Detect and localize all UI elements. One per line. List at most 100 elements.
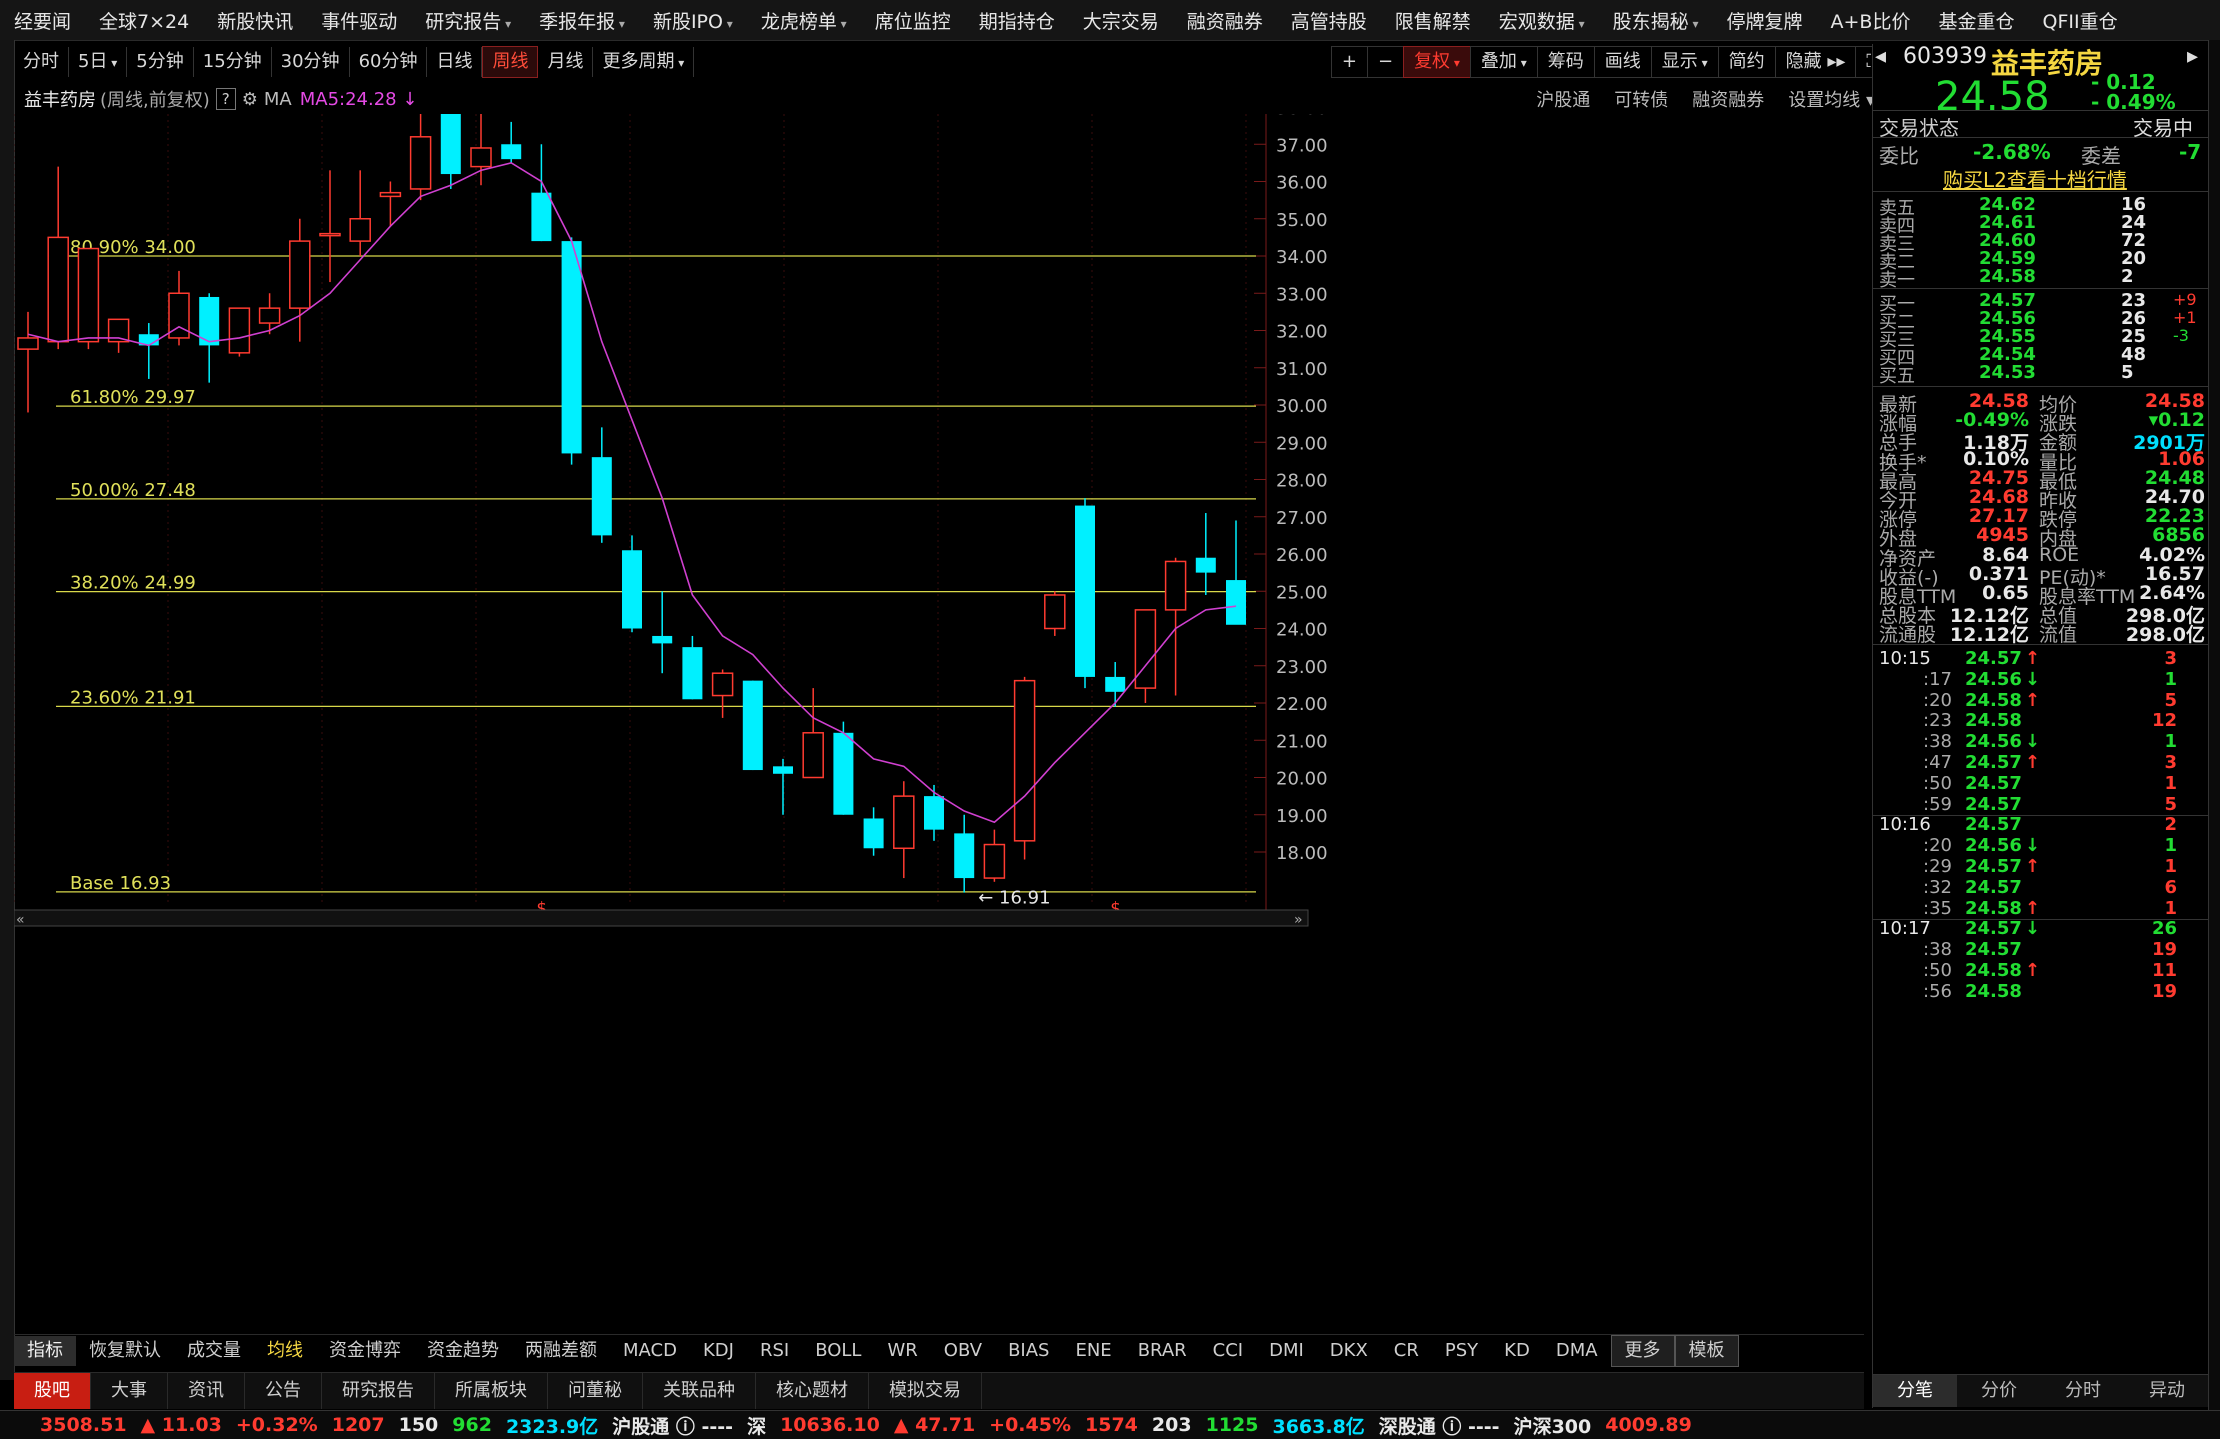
candle-body[interactable] [711, 672, 734, 697]
scroll-left-icon[interactable]: « [16, 912, 25, 928]
indicator-tab[interactable]: KD [1491, 1336, 1543, 1366]
candle-body[interactable] [773, 766, 793, 774]
candle-body[interactable] [258, 307, 281, 324]
indicator-tab[interactable]: RSI [747, 1336, 802, 1366]
help-icon[interactable]: ? [215, 88, 236, 110]
menu-item[interactable]: 事件驱动 [307, 7, 411, 34]
period-tab[interactable]: 5日 [69, 47, 128, 77]
indicator-tab[interactable]: DMI [1256, 1336, 1317, 1366]
indicator-tab[interactable]: ENE [1062, 1336, 1124, 1366]
tool-button[interactable]: − [1366, 46, 1405, 78]
candle-body[interactable] [531, 192, 552, 242]
candle-body[interactable] [47, 236, 69, 343]
menu-item[interactable]: 宏观数据 [1485, 7, 1599, 34]
menu-item[interactable]: 经要闻 [0, 7, 85, 34]
candle-body[interactable] [833, 732, 854, 815]
indicator-tab[interactable]: CCI [1200, 1336, 1256, 1366]
candle-body[interactable] [742, 680, 763, 771]
candle-body[interactable] [228, 307, 251, 354]
menu-item[interactable]: 龙虎榜单 [747, 7, 861, 34]
menu-item[interactable]: 停牌复牌 [1713, 7, 1817, 34]
candle-body[interactable] [17, 337, 39, 350]
tool-button[interactable]: 筹码 [1536, 46, 1595, 78]
candle-body[interactable] [1164, 560, 1187, 611]
bottom-tab[interactable]: 研究报告 [322, 1373, 435, 1409]
menu-item[interactable]: 大宗交易 [1069, 7, 1173, 34]
chart-link[interactable]: 设置均线 ▾ [1788, 86, 1875, 112]
candle-body[interactable] [1105, 676, 1126, 692]
bottom-tab[interactable]: 问董秘 [548, 1373, 643, 1409]
tool-button[interactable]: 简约 [1717, 46, 1776, 78]
indicator-tab[interactable]: WR [874, 1336, 930, 1366]
menu-item[interactable]: 新股IPO [639, 7, 747, 34]
candle-body[interactable] [319, 232, 341, 237]
candle-body[interactable] [1044, 594, 1066, 630]
menu-item[interactable]: 席位监控 [861, 7, 965, 34]
quote-tab[interactable]: 分价 [1957, 1375, 2041, 1407]
menu-item[interactable]: 研究报告 [411, 7, 525, 34]
menu-item[interactable]: 全球7×24 [85, 7, 203, 34]
period-tab[interactable]: 分时 [14, 47, 69, 77]
indicator-tab[interactable]: BOLL [802, 1336, 874, 1366]
candle-body[interactable] [349, 218, 371, 242]
candle-body[interactable] [591, 457, 612, 536]
chart-link[interactable]: 沪股通 [1536, 86, 1590, 112]
candle-body[interactable] [561, 241, 582, 454]
bottom-tab[interactable]: 核心题材 [756, 1373, 869, 1409]
indicator-tab[interactable]: MACD [610, 1336, 690, 1366]
indicator-tab[interactable]: DMA [1543, 1336, 1611, 1366]
indicator-tab[interactable]: BIAS [995, 1336, 1062, 1366]
chart-link[interactable]: 融资融券 [1692, 86, 1764, 112]
period-tab[interactable]: 日线 [427, 47, 483, 77]
indicator-tab[interactable]: 更多 [1610, 1335, 1675, 1367]
chart-scrollbar[interactable] [14, 909, 1309, 927]
candle-body[interactable] [1075, 505, 1095, 677]
indicator-tab[interactable]: 均线 [254, 1336, 316, 1366]
candle-body[interactable] [289, 240, 311, 309]
tool-button[interactable]: 复权 [1403, 46, 1471, 78]
bottom-tab[interactable]: 资讯 [168, 1373, 245, 1409]
candle-body[interactable] [893, 795, 915, 850]
scroll-right-icon[interactable]: » [1294, 912, 1303, 928]
candle-body[interactable] [622, 550, 642, 629]
bottom-tab[interactable]: 关联品种 [643, 1373, 756, 1409]
l2-upsell-link[interactable]: 购买L2查看十档行情 [1943, 164, 2127, 193]
candle-body[interactable] [470, 147, 492, 168]
menu-item[interactable]: 基金重仓 [1924, 7, 2028, 34]
candle-body[interactable] [379, 191, 402, 198]
bottom-tab[interactable]: 股吧 [14, 1373, 91, 1409]
period-tab[interactable]: 5分钟 [127, 47, 194, 77]
bottom-tab[interactable]: 所属板块 [435, 1373, 548, 1409]
kline-chart[interactable]: 38.00 37.00 36.00 35.00 34.00 33.00 32.00 31.00… [14, 114, 1864, 1328]
candle-body[interactable] [1013, 679, 1036, 842]
menu-item[interactable]: 期指持仓 [965, 7, 1069, 34]
candle-body[interactable] [802, 732, 824, 779]
quote-tab[interactable]: 分笔 [1873, 1375, 1957, 1407]
candle-body[interactable] [409, 136, 432, 190]
indicator-tab[interactable]: KDJ [690, 1336, 747, 1366]
menu-item[interactable]: 高管持股 [1277, 7, 1381, 34]
candle-body[interactable] [983, 843, 1006, 879]
indicator-tab[interactable]: 资金博弈 [316, 1336, 414, 1366]
chart-link[interactable]: 可转债 [1614, 86, 1668, 112]
candle-body[interactable] [682, 647, 703, 700]
quote-tab[interactable]: 异动 [2125, 1375, 2209, 1407]
indicator-tab[interactable]: 模板 [1674, 1335, 1739, 1367]
menu-item[interactable]: A+B比价 [1817, 7, 1925, 34]
bottom-tab[interactable]: 大事 [91, 1373, 168, 1409]
indicator-tab[interactable]: 两融差额 [512, 1336, 610, 1366]
candle-body[interactable] [1134, 609, 1157, 689]
period-tab[interactable]: 更多周期 [593, 47, 695, 77]
indicator-tab[interactable]: 资金趋势 [414, 1336, 512, 1366]
tool-button[interactable]: 隐藏 ▸▸ [1774, 46, 1857, 78]
menu-item[interactable]: QFII重仓 [2028, 7, 2131, 34]
menu-item[interactable]: 限售解禁 [1381, 7, 1485, 34]
candle-body[interactable] [501, 144, 522, 160]
candle-body[interactable] [1226, 580, 1246, 625]
period-tab[interactable]: 15分钟 [194, 47, 272, 77]
bottom-tab[interactable]: 模拟交易 [869, 1373, 982, 1409]
period-tab[interactable]: 30分钟 [272, 47, 350, 77]
candle-body[interactable] [1195, 557, 1216, 573]
bottom-tab[interactable]: 公告 [245, 1373, 322, 1409]
indicator-tab[interactable]: 恢复默认 [76, 1336, 174, 1366]
